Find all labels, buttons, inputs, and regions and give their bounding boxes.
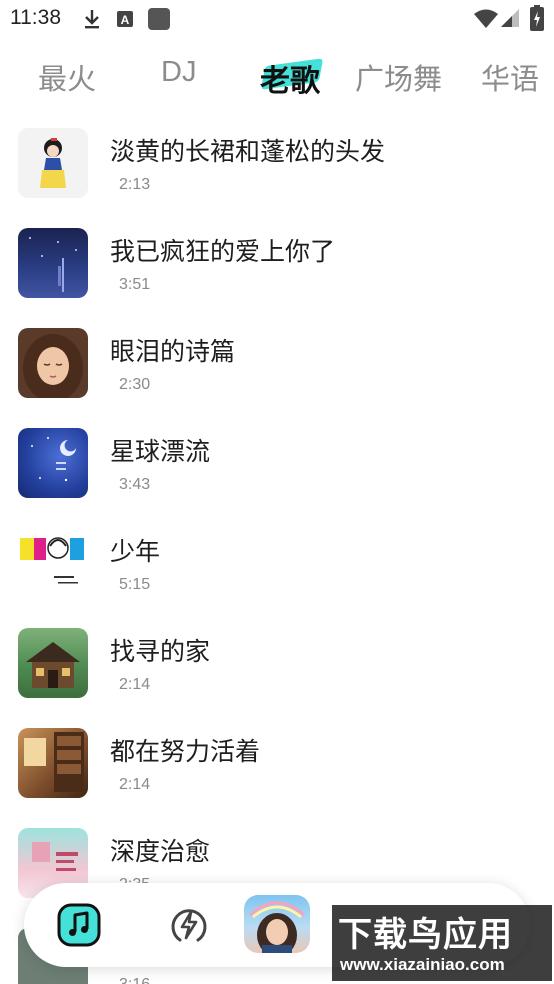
watermark-url: www.xiazainiao.com [340,955,505,974]
song-title: 我已疯狂的爱上你了 [110,237,336,266]
status-time: 11:38 [10,6,61,29]
song-duration: 2:13 [119,176,151,193]
list-item[interactable]: 星球漂流 3:43 [0,428,554,528]
album-cover [18,728,88,798]
list-item[interactable]: 我已疯狂的爱上你了 3:51 [0,228,554,328]
album-cover [18,628,88,698]
song-duration: 3:43 [119,476,151,493]
album-cover [18,128,88,198]
svg-text:A: A [121,13,130,27]
song-title: 星球漂流 [110,437,211,466]
watermark-title: 下载鸟应用 [338,915,513,955]
app-square-icon [147,7,171,35]
list-item[interactable]: 都在努力活着 2:14 [0,728,554,828]
song-title: 淡黄的长裙和蓬松的头发 [110,137,386,166]
tab-huayu[interactable]: 华语 [481,56,539,98]
album-cover [18,428,88,498]
list-item[interactable]: 少年 5:15 [0,528,554,628]
signal-icon [500,8,520,32]
song-duration: 2:30 [119,376,151,393]
tab-dj[interactable]: DJ [161,56,196,89]
wifi-icon [474,9,498,33]
download-icon [82,8,102,34]
album-cover [18,528,88,598]
tab-laoge[interactable]: 老歌 [260,56,320,100]
watermark: 下载鸟应用 www.xiazainiao.com [332,905,552,981]
song-title: 深度治愈 [110,837,211,866]
list-item[interactable]: 眼泪的诗篇 2:30 [0,328,554,428]
song-duration: 5:15 [119,576,151,593]
song-title: 找寻的家 [110,637,211,666]
tab-zuihuo[interactable]: 最火 [38,56,96,98]
album-cover [18,228,88,298]
list-item[interactable]: 淡黄的长裙和蓬松的头发 2:13 [0,128,554,228]
tab-guangchangwu[interactable]: 广场舞 [355,56,442,98]
song-duration: 2:14 [119,676,151,693]
music-note-icon[interactable] [56,902,102,948]
status-bar: 11:38 A [0,0,554,40]
song-title: 都在努力活着 [110,737,261,766]
battery-charging-icon [530,5,544,35]
song-duration: 3:51 [119,276,151,293]
song-title: 眼泪的诗篇 [110,337,236,366]
a-badge-icon: A [116,10,134,32]
list-item[interactable]: 找寻的家 2:14 [0,628,554,728]
song-duration: 2:14 [119,776,151,793]
album-cover [18,328,88,398]
song-title: 少年 [110,537,161,566]
lightning-icon[interactable] [166,902,212,948]
now-playing-thumbnail[interactable] [244,895,310,953]
category-tabs: 最火 DJ 老歌 广场舞 华语 [0,48,554,106]
song-duration: 3:16 [119,976,150,984]
